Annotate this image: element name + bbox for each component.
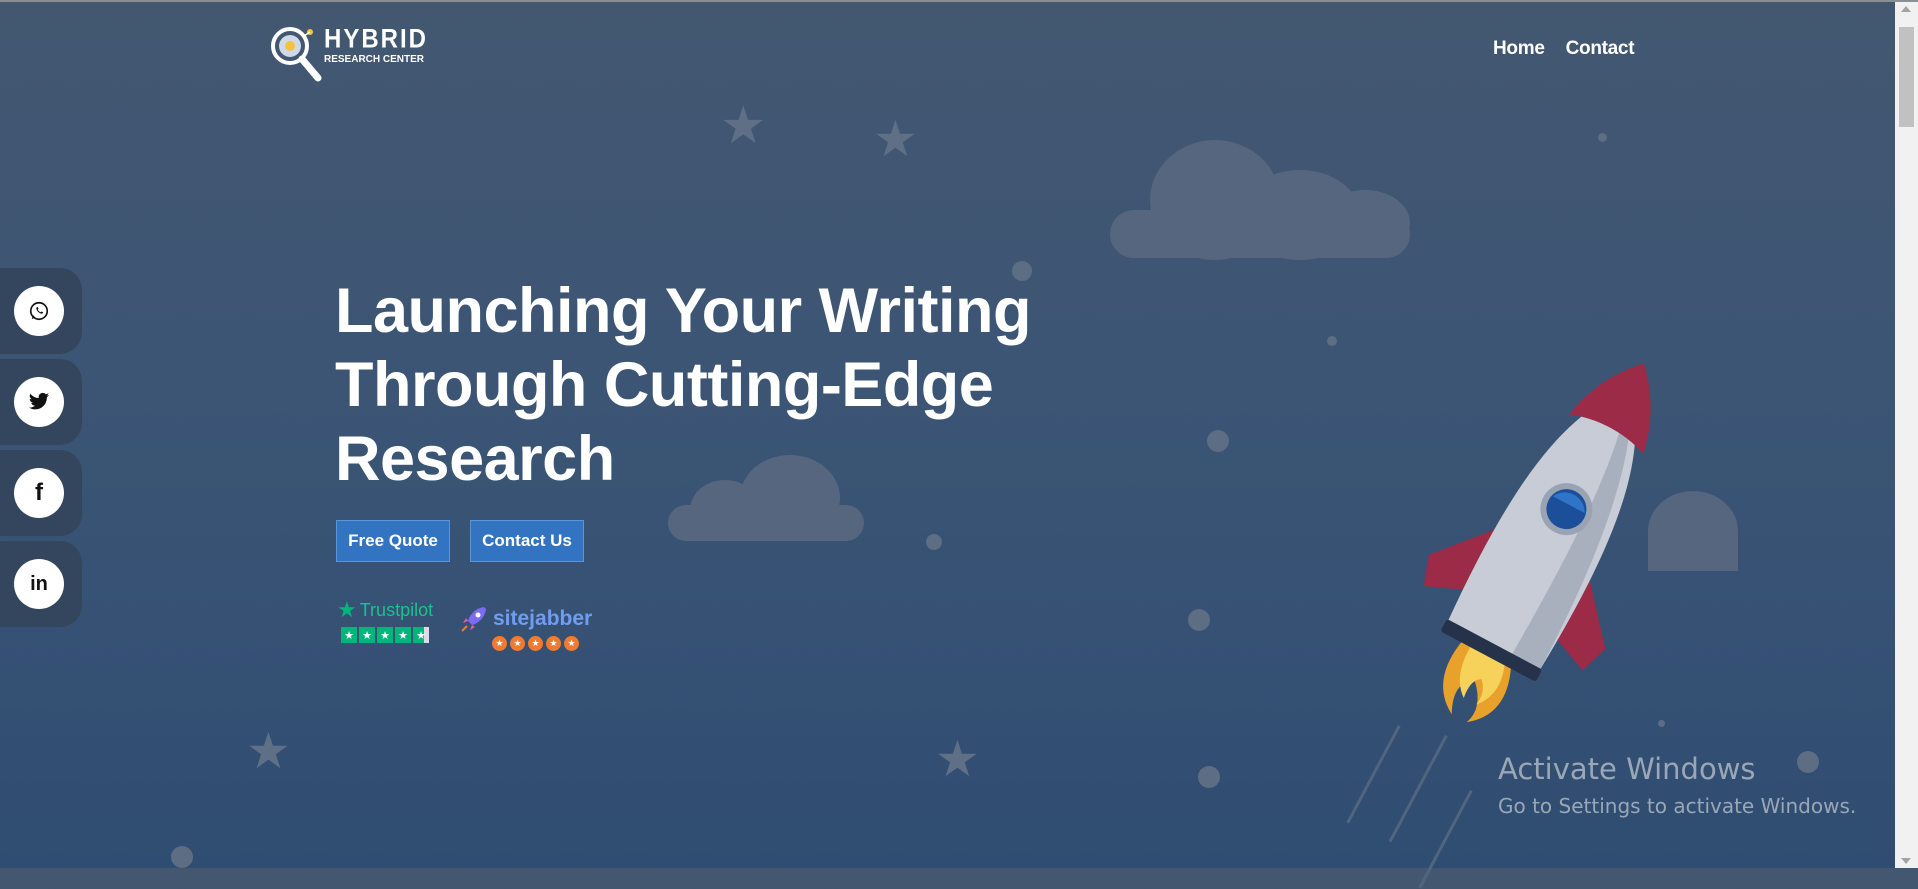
trustpilot-rating: ★ ★ ★ ★ ★ [341, 627, 433, 643]
rating-star-icon: ★ [492, 636, 507, 651]
hero-title-line: Through Cutting-Edge [335, 350, 994, 420]
rocket-illustration [1423, 363, 1651, 723]
logo-text: HYBRID RESEARCH CENTER [324, 24, 429, 65]
social-sidebar: f in [0, 268, 82, 632]
speed-line [1418, 790, 1473, 889]
rating-star-icon: ★ [413, 627, 429, 643]
nav-contact-link[interactable]: Contact [1566, 38, 1635, 60]
hero-title-line: Research [335, 424, 615, 494]
rating-star-icon: ★ [564, 636, 579, 651]
scroll-up-arrow-icon[interactable] [1901, 6, 1911, 12]
scroll-down-arrow-icon[interactable] [1901, 858, 1911, 864]
star-icon: ★ [873, 110, 918, 168]
watermark-subtitle: Go to Settings to activate Windows. [1498, 794, 1857, 818]
sitejabber-rating: ★ ★ ★ ★ ★ [492, 636, 592, 651]
dot-decoration [926, 534, 942, 550]
rating-star-icon: ★ [528, 636, 543, 651]
windows-activation-watermark: Activate Windows Go to Settings to activ… [1498, 752, 1856, 818]
dot-decoration [1327, 336, 1337, 346]
social-linkedin[interactable]: in [0, 541, 82, 627]
rating-star-icon: ★ [377, 627, 393, 643]
dot-decoration [1188, 609, 1210, 631]
dot-decoration [1207, 430, 1229, 452]
social-whatsapp[interactable] [0, 268, 82, 354]
logo-tagline: RESEARCH CENTER [324, 54, 425, 65]
star-icon: ★ [246, 722, 291, 780]
rating-star-icon: ★ [510, 636, 525, 651]
twitter-icon [14, 377, 64, 427]
whatsapp-icon [14, 286, 64, 336]
dot-decoration [1198, 766, 1220, 788]
rating-star-icon: ★ [546, 636, 561, 651]
contact-us-button[interactable]: Contact Us [470, 520, 584, 562]
magnifier-icon [271, 27, 322, 82]
trustpilot-label: Trustpilot [359, 600, 434, 620]
rating-star-icon: ★ [395, 627, 411, 643]
rating-star-icon: ★ [341, 627, 357, 643]
hero-title: Launching Your Writing Through Cutting-E… [335, 274, 1055, 496]
dot-decoration [1598, 133, 1607, 142]
trustpilot-star-icon: ★ [337, 598, 357, 623]
nav-home-link[interactable]: Home [1493, 38, 1545, 60]
sitejabber-rocket-icon [461, 607, 486, 632]
linkedin-icon: in [14, 559, 64, 609]
trustpilot-badge[interactable]: ★ Trustpilot ★ ★ ★ ★ ★ [337, 598, 433, 643]
social-twitter[interactable] [0, 359, 82, 445]
sitejabber-label: sitejabber [493, 607, 593, 630]
star-icon: ★ [935, 730, 980, 788]
vertical-scrollbar[interactable] [1895, 2, 1918, 868]
rating-star-icon: ★ [359, 627, 375, 643]
window-top-border [0, 0, 1918, 2]
speed-line [1388, 735, 1448, 843]
logo[interactable]: HYBRID RESEARCH CENTER [268, 24, 426, 84]
star-icon: ★ [720, 96, 767, 156]
facebook-icon: f [14, 468, 64, 518]
hero-title-line: Launching Your Writing [335, 276, 1031, 346]
logo-name: HYBRID [324, 24, 429, 55]
scrollbar-thumb[interactable] [1899, 27, 1914, 127]
dot-decoration [171, 846, 193, 868]
main-nav: Home Contact [1493, 38, 1635, 60]
watermark-title: Activate Windows [1498, 752, 1756, 786]
sitejabber-badge[interactable]: sitejabber ★ ★ ★ ★ ★ [460, 605, 592, 651]
free-quote-button[interactable]: Free Quote [336, 520, 450, 562]
social-facebook[interactable]: f [0, 450, 82, 536]
